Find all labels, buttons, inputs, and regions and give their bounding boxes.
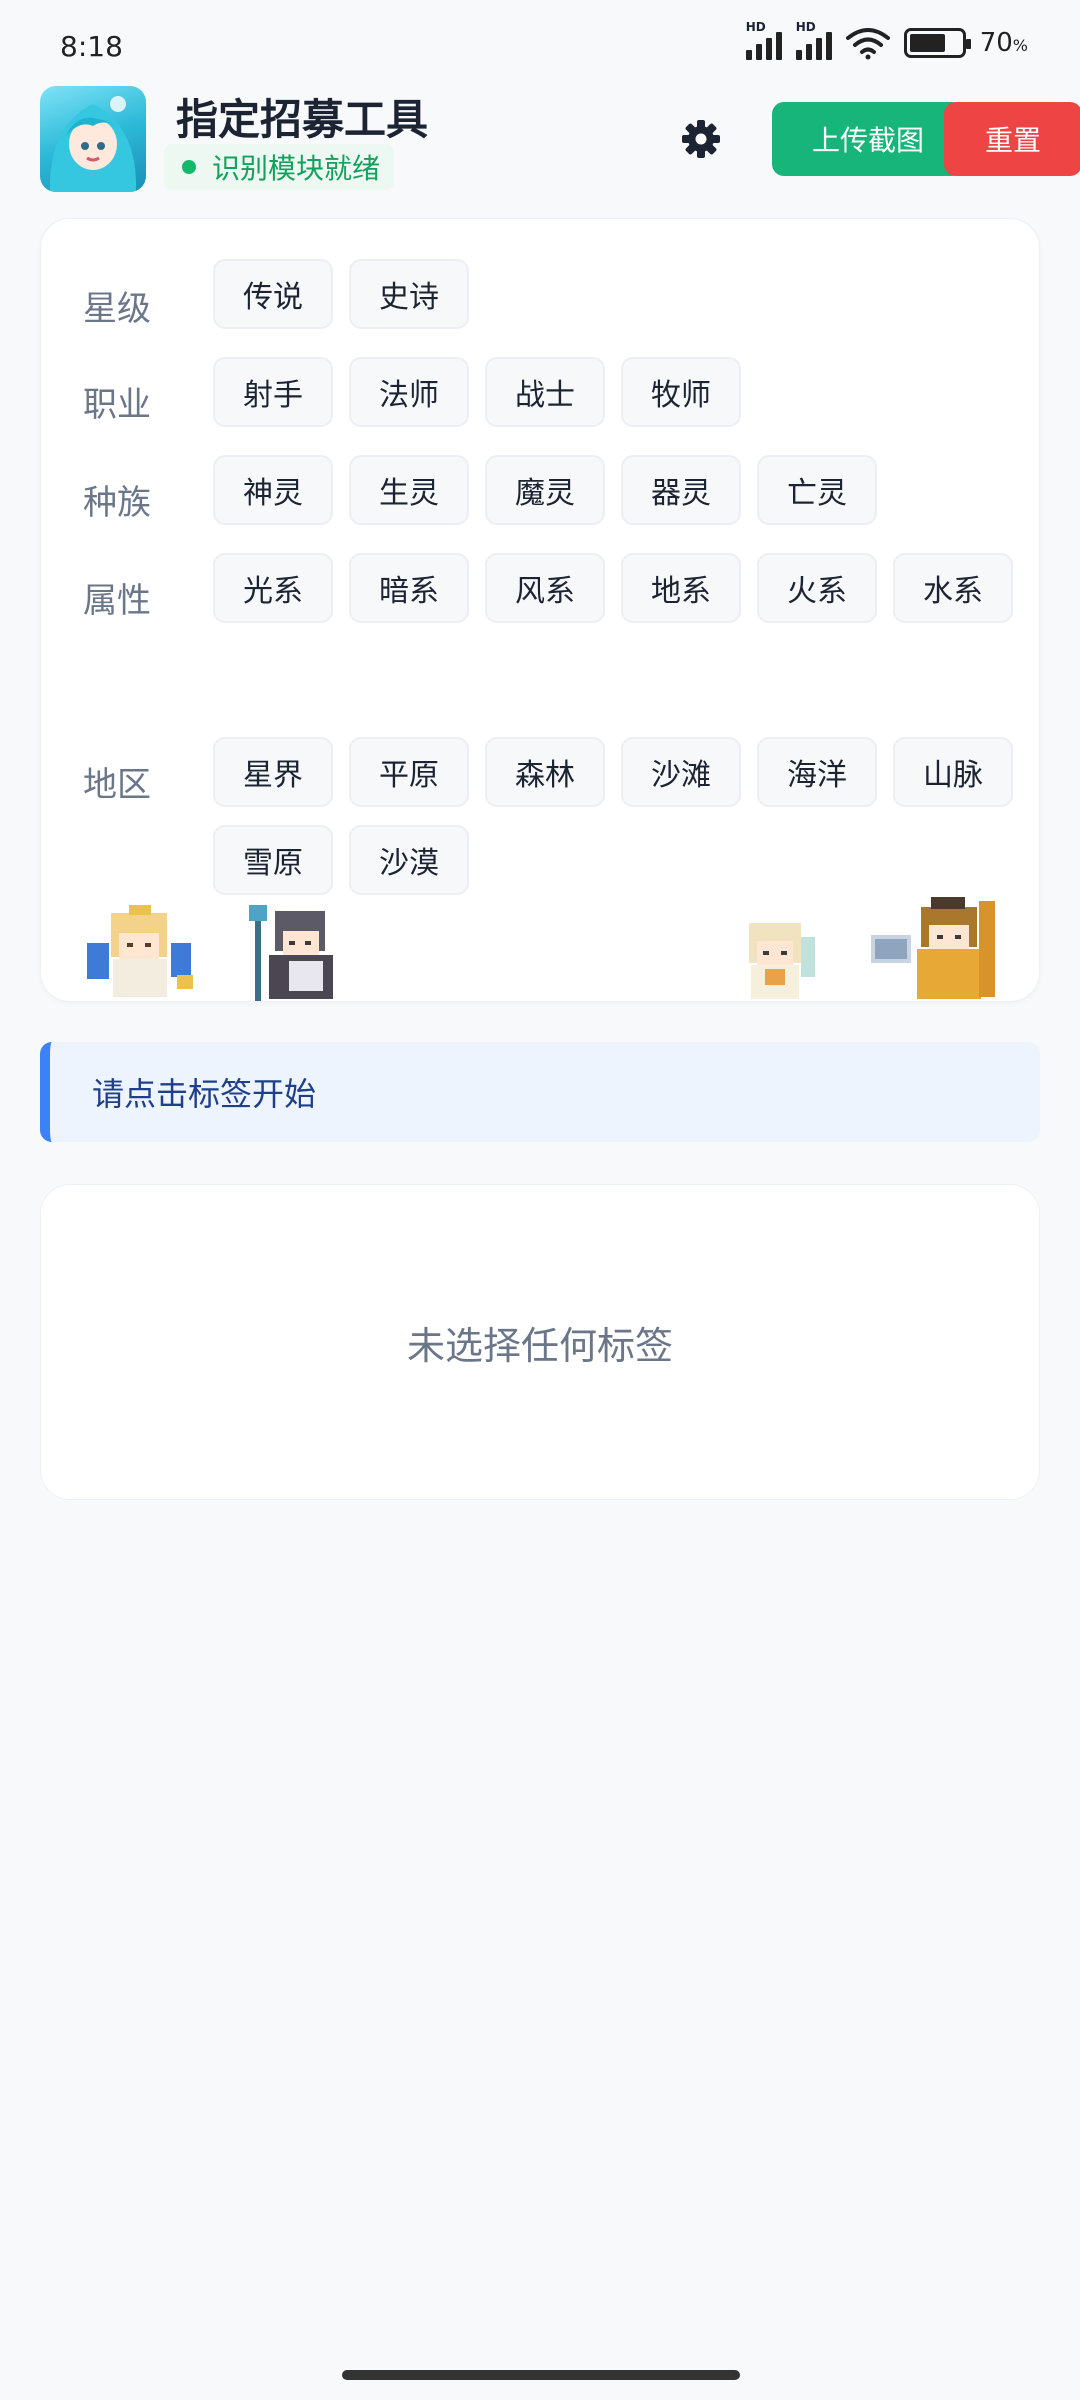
tag-chip[interactable]: 沙滩 xyxy=(621,737,741,807)
tag-chip[interactable]: 战士 xyxy=(485,357,605,427)
gear-icon xyxy=(682,120,720,158)
hint-text: 请点击标签开始 xyxy=(92,1075,317,1113)
module-status-badge: 识别模块就绪 xyxy=(164,144,395,190)
tag-chip[interactable]: 光系 xyxy=(213,553,333,623)
filter-label: 地区 xyxy=(83,765,151,805)
status-time: 8:18 xyxy=(60,30,123,63)
tag-chip[interactable]: 森林 xyxy=(485,737,605,807)
battery-percent: 70% xyxy=(979,28,1028,58)
tag-chip[interactable]: 火系 xyxy=(757,553,877,623)
tag-chip[interactable]: 地系 xyxy=(621,553,741,623)
app-title: 指定招募工具 xyxy=(176,95,429,144)
tag-chip[interactable]: 风系 xyxy=(485,553,605,623)
upload-screenshot-button[interactable]: 上传截图 xyxy=(772,102,964,176)
tag-group: 传说 史诗 xyxy=(213,259,1013,329)
tag-chip[interactable]: 魔灵 xyxy=(485,455,605,525)
module-status-text: 识别模块就绪 xyxy=(212,152,381,185)
character-sprite-1 xyxy=(87,905,193,997)
tag-group: 光系 暗系 风系 地系 火系 水系 xyxy=(213,553,1013,623)
tag-chip[interactable]: 牧师 xyxy=(621,357,741,427)
filter-label: 属性 xyxy=(83,581,151,621)
character-sprite-3 xyxy=(749,923,815,999)
status-dot-icon xyxy=(182,160,196,174)
status-icons: HD HD 70% xyxy=(745,20,1028,60)
cellular-signal-icon: HD xyxy=(795,20,832,60)
character-sprite-4 xyxy=(871,897,995,999)
tag-chip[interactable]: 器灵 xyxy=(621,455,741,525)
filter-label: 职业 xyxy=(83,385,151,425)
tag-chip[interactable]: 传说 xyxy=(213,259,333,329)
tag-chip[interactable]: 雪原 xyxy=(213,825,333,895)
hd-label: HD xyxy=(795,20,816,34)
tag-group: 星界 平原 森林 沙滩 海洋 山脉 雪原 沙漠 xyxy=(213,737,1013,895)
tag-chip[interactable]: 海洋 xyxy=(757,737,877,807)
tag-chip[interactable]: 暗系 xyxy=(349,553,469,623)
home-indicator[interactable] xyxy=(342,2370,740,2380)
empty-state-text: 未选择任何标签 xyxy=(406,1323,673,1368)
tag-chip[interactable]: 法师 xyxy=(349,357,469,427)
tag-chip[interactable]: 星界 xyxy=(213,737,333,807)
result-card: 未选择任何标签 xyxy=(40,1184,1040,1500)
cellular-signal-icon: HD xyxy=(745,20,782,60)
status-bar: 8:18 HD HD 70% xyxy=(0,0,1080,90)
filter-label: 星级 xyxy=(83,289,151,329)
hd-label: HD xyxy=(745,20,766,34)
tag-chip[interactable]: 山脉 xyxy=(893,737,1013,807)
settings-button[interactable] xyxy=(676,114,726,164)
tag-chip[interactable]: 生灵 xyxy=(349,455,469,525)
tag-chip[interactable]: 亡灵 xyxy=(757,455,877,525)
reset-button[interactable]: 重置 xyxy=(944,102,1080,176)
character-sprite-2 xyxy=(249,905,333,1001)
hint-banner: 请点击标签开始 xyxy=(40,1042,1040,1142)
wifi-icon xyxy=(845,28,890,60)
app-avatar xyxy=(40,86,146,192)
tag-chip[interactable]: 沙漠 xyxy=(349,825,469,895)
tag-filter-card: 星级 传说 史诗 职业 射手 法师 战士 牧师 种族 神灵 生灵 魔灵 器灵 亡… xyxy=(40,218,1040,1002)
tag-group: 射手 法师 战士 牧师 xyxy=(213,357,1013,427)
tag-group: 神灵 生灵 魔灵 器灵 亡灵 xyxy=(213,455,1013,525)
tag-chip[interactable]: 水系 xyxy=(893,553,1013,623)
tag-chip[interactable]: 平原 xyxy=(349,737,469,807)
battery-icon xyxy=(903,28,971,58)
tag-chip[interactable]: 射手 xyxy=(213,357,333,427)
tag-chip[interactable]: 史诗 xyxy=(349,259,469,329)
tag-chip[interactable]: 神灵 xyxy=(213,455,333,525)
app-header: 指定招募工具 识别模块就绪 上传截图 重置 xyxy=(40,86,1080,196)
filter-label: 种族 xyxy=(83,483,151,523)
